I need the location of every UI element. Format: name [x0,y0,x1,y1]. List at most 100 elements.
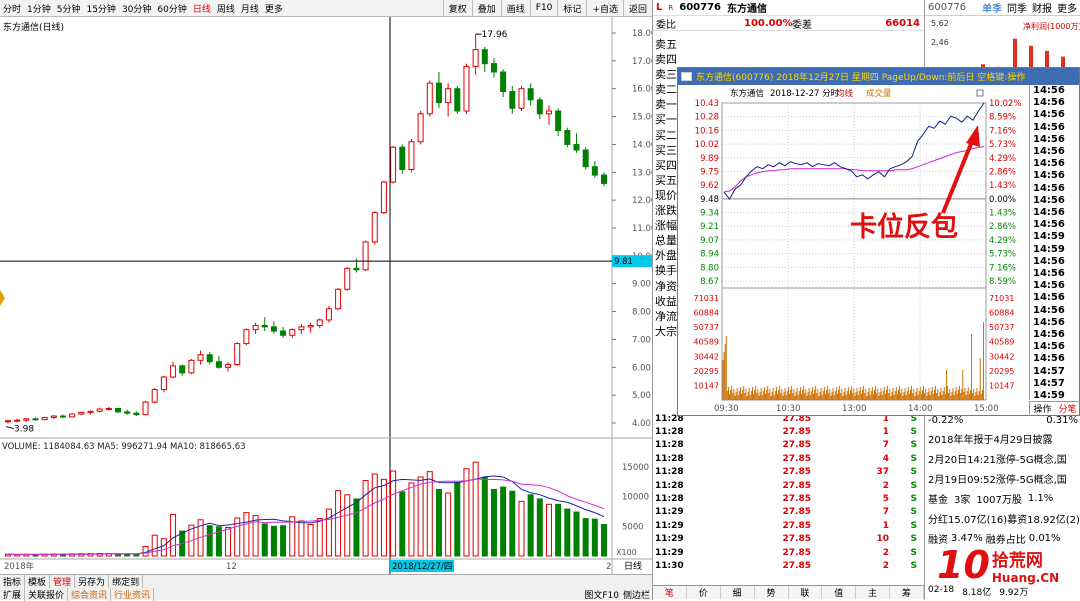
quote-label: 卖二 [655,83,677,97]
intraday-price-label: 10.16 [695,126,719,136]
low-label: 3.98 [14,425,34,435]
info-tab-2[interactable]: 综合资讯 [68,588,112,601]
intraday-chart[interactable]: 东方通信 2018-12-27 分时均线 成交量 10.43 10.02% 10.28 8.… [678,85,1028,415]
candle-body [142,401,149,416]
finance-tabs: 单季 同季 财报 更多 [977,0,1077,15]
candle-body [234,343,241,366]
toolbar-button-5[interactable]: +自选 [586,0,623,16]
candle-body [399,146,406,170]
indicator-tab-0[interactable]: 指标 [0,575,26,588]
quote-tab-3[interactable]: 势 [755,586,789,599]
intraday-pct-label: 5.73% [989,250,1016,260]
tick-price: 27.85 [782,440,811,451]
volume-bar [362,480,369,557]
period-tab-7[interactable]: 周线 [214,5,238,15]
price-tick-label: 14.00 [632,140,652,150]
volume-bar [573,511,580,557]
period-selector: 分时 1分钟 5分钟 15分钟 30分钟 60分钟 日线 周线 月线 更多 [0,2,286,15]
intraday-price-label: 10.02 [695,140,719,150]
indicator-tab-2[interactable]: 管理 [50,575,76,588]
intraday-vol-label: 40589 [989,338,1014,347]
toolbar-button-3[interactable]: F10 [529,0,558,16]
intraday-popup[interactable]: 东方通信(600776) 2018年12月27日 星期四 PageUp/Down… [677,67,1080,416]
kline-chart[interactable]: 东方通信(日线) 18.00 17.00 16.00 15.00 14.00 13.00 12… [0,17,652,574]
tick-price: 27.85 [782,547,811,558]
finance-axis-label: 2.46 [931,38,949,47]
volume-bar [591,518,598,557]
finance-tab-3[interactable]: 更多 [1057,4,1077,15]
quote-tab-4[interactable]: 联 [789,586,823,599]
quote-label: 现价 [655,188,677,202]
finance-tab-0[interactable]: 单季 [982,4,1002,15]
bottom-right-button-1[interactable]: 侧边栏 [623,588,650,601]
volume-bar [435,488,442,557]
intraday-vol-label: 71031 [989,294,1014,303]
toolbar-button-6[interactable]: 返回 [622,0,652,16]
popup-tick-time: 14:56 [1033,146,1065,158]
quote-label: 卖五 [655,38,677,51]
quote-label: 大宗 [655,324,677,338]
quote-field-labels: 卖五 卖四 卖三 卖二 卖一 买一 买二 买三 买四 买五 现价 涨跌 涨幅 总量 外盘 换手 净资 收益 净流 大宗 [655,37,679,339]
popup-title-bar[interactable]: 东方通信(600776) 2018年12月27日 星期四 PageUp/Down… [678,68,1079,85]
date-label: 12 [226,562,237,572]
quote-label: 涨幅 [655,219,677,233]
indicator-tab-4[interactable]: 绑定到 [109,575,144,588]
quote-tab-2[interactable]: 细 [721,586,755,599]
period-tab-9[interactable]: 更多 [262,5,286,15]
toolbar-button-2[interactable]: 画线 [500,0,530,16]
quote-tab-5[interactable]: 值 [822,586,857,599]
quote-label: 净资 [655,279,677,293]
finance-tab-2[interactable]: 财报 [1032,4,1052,15]
toolbar-button-0[interactable]: 复权 [442,0,472,16]
intraday-time-label: 15:00 [974,404,999,414]
period-tab-6[interactable]: 日线 [190,5,214,15]
volume-bar [582,518,589,557]
toolbar-button-1[interactable]: 叠加 [471,0,501,16]
volume-tick-label: 10000 [622,493,649,503]
tick-list[interactable]: 11:28 27.85 1 S 11:28 27.85 1 S 11:28 27.85 7 S 11:2… [653,412,923,573]
candle-body [362,241,369,271]
period-tab-1[interactable]: 1分钟 [24,5,54,15]
dividend-row: 分红 15.07亿(16) 募资 18.92亿(2) [928,514,1080,526]
period-tab-8[interactable]: 月线 [238,5,262,15]
indicator-tab-1[interactable]: 模板 [25,575,51,588]
tick-volume: 2 [882,480,889,491]
info-tabs: 扩展 关联报价 综合资讯 行业资讯 [0,588,652,601]
tick-time: 11:28 [655,453,684,464]
period-tab-3[interactable]: 15分钟 [83,5,118,15]
news-item[interactable]: 2月19日09:52涨停-5G概念,国 [925,468,1080,488]
quote-tab-7[interactable]: 筹 [890,586,924,599]
candle-body [573,143,580,151]
info-tab-3[interactable]: 行业资讯 [111,588,155,601]
tick-row: 11:28 27.85 2 S [653,479,923,492]
candle-body [463,65,470,112]
period-tab-0[interactable]: 分时 [0,5,24,15]
volume-bar [555,503,562,557]
volume-bar [408,482,415,557]
news-item[interactable]: 2月20日14:21涨停-5G概念,国 [925,448,1080,468]
quote-label: 买一 [655,113,677,127]
intraday-price-label: 10.43 [695,99,719,109]
volume-bar [225,526,232,557]
popup-tick-time: 14:56 [1033,85,1065,96]
intraday-price-label: 9.75 [700,167,719,177]
toolbar-button-4[interactable]: 标记 [557,0,586,16]
intraday-pct-label: 8.59% [989,277,1016,287]
bottom-right-button-0[interactable]: 图文F10 [584,588,619,601]
period-tab-4[interactable]: 30分钟 [119,5,154,15]
quote-tab-1[interactable]: 价 [687,586,721,599]
news-item[interactable]: 2018年年报于4月29日披露 [925,428,1080,448]
info-tab-0[interactable]: 扩展 [0,588,26,601]
period-tab-2[interactable]: 5分钟 [54,5,84,15]
info-tab-1[interactable]: 关联报价 [25,588,69,601]
quote-header: L R 600776 东方通信 [653,0,924,16]
kline-title: 东方通信(日线) [3,21,64,33]
quote-tab-6[interactable]: 主 [856,586,891,599]
indicator-tab-3[interactable]: 另存为 [75,575,110,588]
volume-bar [142,545,149,557]
finance-tab-1[interactable]: 同季 [1007,4,1027,15]
intraday-price-label: 9.62 [700,181,719,191]
period-tab-5[interactable]: 60分钟 [154,5,189,15]
quote-tab-0[interactable]: 笔 [653,586,687,599]
volume-bar [280,525,287,557]
